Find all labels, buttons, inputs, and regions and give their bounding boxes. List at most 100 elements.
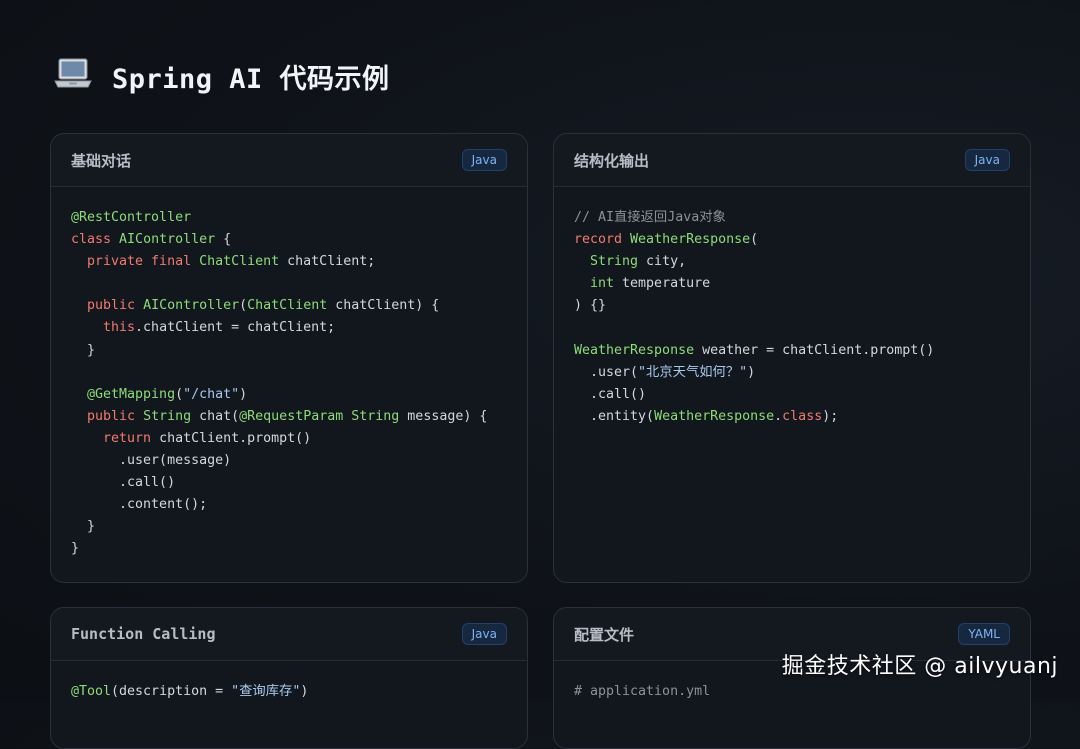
code-token: "查询库存" <box>231 684 301 699</box>
code-token: class <box>782 408 823 424</box>
language-badge: YAML <box>958 623 1010 645</box>
code-token: ) <box>239 386 248 402</box>
code-token: } <box>71 519 96 535</box>
code-line: record WeatherResponse( <box>574 229 1010 251</box>
card-title: 结构化输出 <box>574 151 650 170</box>
code-token: message) { <box>399 408 488 424</box>
code-token: ) {} <box>574 298 607 314</box>
code-block[interactable]: // AI直接返回Java对象 record WeatherResponse( S… <box>554 187 1030 428</box>
code-token: record <box>574 232 631 248</box>
card-title: 配置文件 <box>574 625 635 644</box>
code-token: ( <box>239 298 248 314</box>
code-line: public AIController(ChatClient chatClien… <box>71 295 507 317</box>
code-token: ChatClient <box>199 254 280 270</box>
card-header: 结构化输出 Java <box>554 134 1030 187</box>
code-line: int temperature <box>574 273 1010 295</box>
code-token: @GetMapping <box>71 386 176 402</box>
code-token: ChatClient <box>247 298 328 314</box>
code-token: .call() <box>71 475 176 491</box>
code-block[interactable]: @RestController class AIController { priv… <box>51 187 527 561</box>
code-line: WeatherResponse weather = chatClient.pro… <box>574 340 1010 362</box>
code-token: .entity( <box>574 408 655 424</box>
code-token: chatClient; <box>279 254 376 270</box>
code-line: .content(); <box>71 494 507 516</box>
code-token: AIController <box>119 232 216 248</box>
code-line: .call() <box>71 472 507 494</box>
code-token: "/chat" <box>183 386 240 402</box>
code-token: WeatherResponse <box>654 408 775 424</box>
code-token: .call() <box>574 386 647 402</box>
code-token: // AI直接返回Java对象 <box>574 210 726 225</box>
watermark: 掘金技术社区 @ ailvyuanj <box>781 654 1058 679</box>
code-token: int <box>574 276 615 292</box>
code-line: String city, <box>574 251 1010 273</box>
language-badge: Java <box>964 149 1010 171</box>
code-line: this.chatClient = chatClient; <box>71 317 507 339</box>
code-token: "北京天气如何？" <box>638 364 748 380</box>
code-token: chat( <box>191 408 240 424</box>
code-card-structured-output: 结构化输出 Java // AI直接返回Java对象 record Weather… <box>553 133 1031 583</box>
code-token: @Tool <box>71 684 112 699</box>
code-token: chatClient.prompt() <box>159 430 312 446</box>
code-token: public <box>71 408 144 424</box>
code-token: .content(); <box>71 497 208 513</box>
code-token: # application.yml <box>574 684 711 699</box>
code-token: .chatClient = chatClient; <box>135 320 336 336</box>
code-token: .user(message) <box>71 453 232 469</box>
code-line: @GetMapping("/chat") <box>71 384 507 406</box>
code-token: public <box>71 298 144 314</box>
code-line: class AIController { <box>71 229 507 251</box>
code-line: @RestController <box>71 207 507 229</box>
code-line: .user("北京天气如何？") <box>574 362 1010 384</box>
code-token: } <box>71 541 80 557</box>
code-token: ( <box>175 386 184 402</box>
card-title: Function Calling <box>71 625 216 643</box>
code-token: private final <box>71 254 200 270</box>
code-token: this <box>71 320 136 336</box>
code-card-function-calling: Function Calling Java @Tool(description … <box>50 607 528 749</box>
code-token: chatClient) { <box>327 298 440 314</box>
code-token: @RestController <box>71 210 192 225</box>
code-token: ) <box>747 364 756 380</box>
code-line: return chatClient.prompt() <box>71 428 507 450</box>
code-line: .call() <box>574 384 1010 406</box>
code-line: .user(message) <box>71 450 507 472</box>
code-line: } <box>71 516 507 538</box>
code-token: . <box>774 408 783 424</box>
code-line: .entity(WeatherResponse.class); <box>574 406 1010 428</box>
card-header: Function Calling Java <box>51 608 527 661</box>
code-line: } <box>71 538 507 560</box>
card-title: 基础对话 <box>71 151 132 170</box>
code-token: weather = chatClient.prompt() <box>694 342 935 358</box>
code-token: return <box>71 430 160 446</box>
language-badge: Java <box>461 623 507 645</box>
code-token: String <box>351 408 400 424</box>
code-token: ); <box>822 408 839 424</box>
card-header: 基础对话 Java <box>51 134 527 187</box>
code-token: WeatherResponse <box>574 342 695 358</box>
code-token: .user( <box>574 364 639 380</box>
code-line: } <box>71 340 507 362</box>
code-token: ( <box>750 232 759 248</box>
code-token: } <box>71 342 96 358</box>
code-line: // AI直接返回Java对象 <box>574 207 1010 229</box>
code-line: ) {} <box>574 295 1010 317</box>
code-token: String <box>143 408 192 424</box>
code-line: private final ChatClient chatClient; <box>71 251 507 273</box>
laptop-icon <box>52 56 94 96</box>
code-token: (description = <box>111 684 232 699</box>
page-title: Spring AI 代码示例 <box>52 52 390 100</box>
language-badge: Java <box>461 149 507 171</box>
code-token: city, <box>638 254 687 270</box>
code-token: { <box>215 232 232 248</box>
code-card-basic-chat: 基础对话 Java @RestController class AIControl… <box>50 133 528 583</box>
code-token: String <box>574 254 639 270</box>
code-token: ) <box>300 684 309 699</box>
code-token: class <box>71 232 120 248</box>
code-block[interactable]: @Tool(description = "查询库存") <box>51 661 527 703</box>
code-token: AIController <box>143 298 240 314</box>
page-title-text: Spring AI 代码示例 <box>112 63 390 95</box>
